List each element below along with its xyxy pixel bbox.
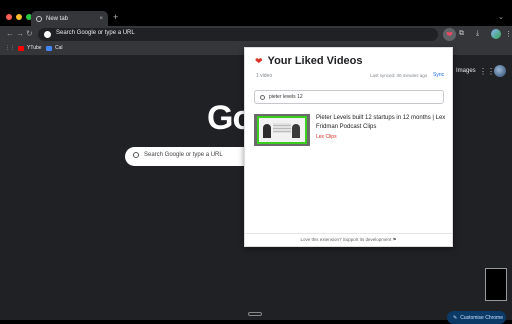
bookmark-cal[interactable]: Cal (46, 45, 63, 51)
calendar-icon (46, 45, 52, 51)
google-icon (44, 31, 51, 38)
toolbar: ← → ↻ Search Google or type a URL ❤ ⧉ ⤓ … (0, 26, 512, 43)
bookmark-ytube[interactable]: YTube (18, 45, 42, 51)
extensions-icon[interactable]: ⧉ (459, 30, 464, 38)
tab-strip: New tab × + ⌄ (0, 9, 512, 26)
apps-grid-icon[interactable]: ⋮⋮ (5, 45, 15, 51)
thumbnail-person (292, 124, 300, 138)
sync-button[interactable]: Sync (433, 72, 444, 78)
bookmark-label: Cal (55, 45, 63, 51)
window-controls (6, 14, 32, 20)
account-avatar[interactable] (494, 65, 506, 77)
close-window-button[interactable] (6, 14, 12, 20)
search-icon (133, 152, 139, 158)
tab-new-tab[interactable]: New tab × (31, 11, 108, 26)
popup-search-input[interactable]: pieter levels 12 (254, 90, 444, 104)
screen: New tab × + ⌄ ← → ↻ Search Google or typ… (0, 0, 512, 324)
bookmark-label: YTube (27, 45, 42, 51)
images-link[interactable]: Images (456, 68, 476, 74)
divider (245, 233, 452, 234)
search-value: pieter levels 12 (269, 94, 303, 100)
video-title[interactable]: Pieter Levels built 12 startups in 12 mo… (316, 114, 446, 132)
heart-icon: ❤ (255, 55, 263, 66)
support-footer[interactable]: Love this extension? Support its develop… (245, 237, 452, 243)
ntp-search-placeholder: Search Google or type a URL (144, 152, 223, 158)
liked-videos-extension-button[interactable]: ❤ (443, 28, 456, 41)
globe-icon (36, 15, 42, 22)
google-apps-icon[interactable]: ⋮⋮ (479, 67, 495, 76)
customise-chrome-button[interactable]: ✎ Customise Chrome (447, 311, 506, 324)
video-result[interactable]: Pieter Levels built 12 startups in 12 mo… (254, 114, 446, 150)
tab-title: New tab (46, 15, 69, 22)
new-tab-button[interactable]: + (113, 12, 118, 22)
tab-search-icon[interactable]: ⌄ (498, 13, 504, 21)
omnibox-text: Search Google or type a URL (56, 30, 135, 36)
browser-window: New tab × + ⌄ ← → ↻ Search Google or typ… (0, 9, 512, 324)
dock-indicator (248, 312, 262, 316)
back-button[interactable]: ← (6, 29, 14, 38)
popup-header: ❤ Your Liked Videos (255, 55, 363, 67)
omnibox[interactable]: Search Google or type a URL (38, 28, 438, 41)
liked-videos-popup: ❤ Your Liked Videos 1 video Last synced:… (244, 47, 453, 247)
shortcut-tile[interactable] (485, 268, 507, 301)
search-icon (260, 95, 265, 100)
profile-avatar[interactable] (491, 29, 501, 39)
thumbnail-text (273, 123, 291, 133)
thumbnail-frame (257, 116, 307, 144)
menu-icon[interactable]: ⋮ (505, 30, 512, 38)
popup-title: Your Liked Videos (267, 55, 363, 67)
video-channel[interactable]: Lex Clips (316, 134, 337, 140)
forward-button[interactable]: → (16, 29, 24, 38)
reload-button[interactable]: ↻ (26, 29, 33, 38)
video-thumbnail[interactable] (254, 114, 310, 146)
minimize-window-button[interactable] (16, 14, 22, 20)
video-count: 1 video (256, 73, 273, 79)
sync-status: Last synced: 30 minutes ago (370, 73, 428, 78)
youtube-icon (18, 45, 24, 51)
close-tab-icon[interactable]: × (99, 16, 103, 22)
heart-icon: ❤ (446, 30, 453, 39)
thumbnail-person (263, 124, 271, 138)
download-icon[interactable]: ⤓ (476, 30, 479, 38)
